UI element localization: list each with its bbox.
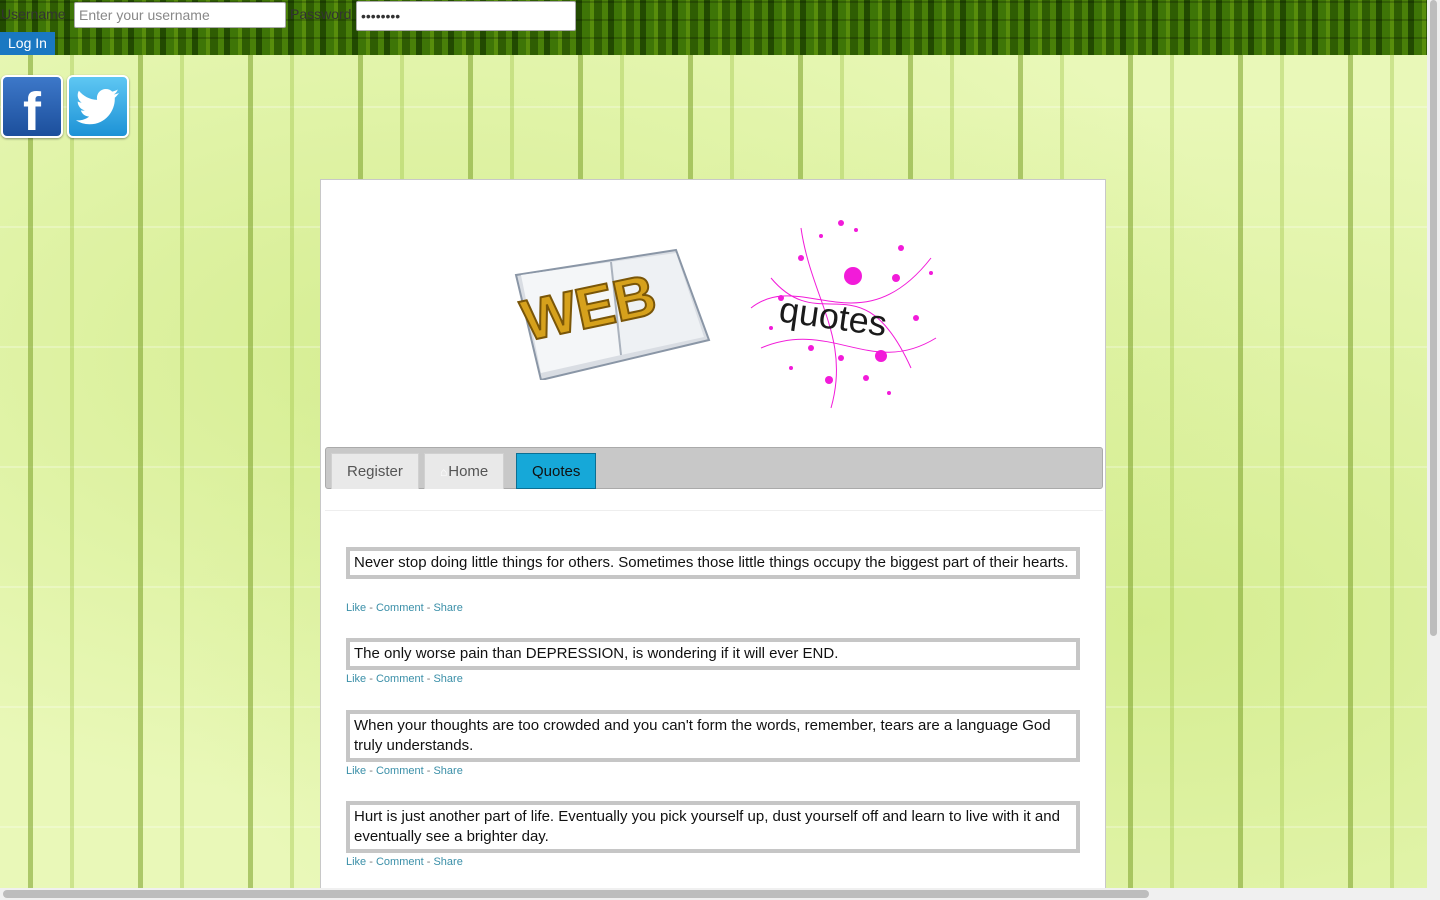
home-icon: ⌂ — [440, 465, 448, 479]
comment-link[interactable]: Comment — [376, 673, 424, 685]
quote-text: When your thoughts are too crowded and y… — [354, 717, 1051, 754]
quote-text: Never stop doing little things for other… — [354, 554, 1069, 571]
twitter-button[interactable] — [67, 75, 129, 138]
like-link[interactable]: Like — [346, 765, 366, 777]
comment-link[interactable]: Comment — [376, 856, 424, 868]
quote-actions: Like - Comment - Share — [346, 856, 463, 868]
quote-actions: Like - Comment - Share — [346, 673, 463, 685]
quotes-splash-logo: quotes — [750, 220, 937, 409]
share-link[interactable]: Share — [433, 856, 462, 868]
share-link[interactable]: Share — [433, 602, 462, 614]
quote-actions: Like - Comment - Share — [346, 765, 463, 777]
quote-box: Never stop doing little things for other… — [346, 547, 1080, 579]
tab-home-label: Home — [448, 463, 489, 480]
vertical-scrollbar-thumb[interactable] — [1430, 0, 1437, 636]
username-label: Username — [1, 6, 66, 22]
main-card: WEB quotes Register ⌂Home Quotes Never s… — [320, 179, 1106, 894]
password-input[interactable] — [356, 1, 576, 31]
tab-home[interactable]: ⌂Home — [424, 453, 505, 489]
quote-box: The only worse pain than DEPRESSION, is … — [346, 638, 1080, 670]
tab-register-label: Register — [347, 463, 403, 480]
twitter-icon — [75, 88, 119, 124]
quote-actions: Like - Comment - Share — [346, 602, 463, 614]
login-button[interactable]: Log In — [0, 32, 55, 55]
share-link[interactable]: Share — [433, 765, 462, 777]
vertical-scrollbar[interactable] — [1427, 0, 1440, 888]
quote-text: The only worse pain than DEPRESSION, is … — [354, 645, 839, 662]
like-link[interactable]: Like — [346, 602, 366, 614]
tab-quotes[interactable]: Quotes — [516, 453, 597, 489]
share-link[interactable]: Share — [433, 673, 462, 685]
quote-box: When your thoughts are too crowded and y… — [346, 710, 1080, 762]
tab-quotes-label: Quotes — [532, 463, 581, 480]
quote-box: Hurt is just another part of life. Event… — [346, 801, 1080, 853]
web-book-logo: WEB — [515, 248, 711, 380]
username-input[interactable] — [74, 2, 286, 28]
comment-link[interactable]: Comment — [376, 765, 424, 777]
facebook-icon: f — [23, 81, 41, 142]
horizontal-scrollbar-thumb[interactable] — [3, 890, 1149, 898]
divider — [325, 510, 1103, 511]
facebook-button[interactable]: f — [1, 75, 63, 142]
like-link[interactable]: Like — [346, 673, 366, 685]
like-link[interactable]: Like — [346, 856, 366, 868]
password-label: Password — [290, 6, 352, 22]
nav-bar: Register ⌂Home Quotes — [325, 447, 1103, 489]
comment-link[interactable]: Comment — [376, 602, 424, 614]
quotes-logo-text: quotes — [777, 289, 890, 345]
tab-register[interactable]: Register — [331, 453, 419, 489]
quote-text: Hurt is just another part of life. Event… — [354, 808, 1060, 845]
horizontal-scrollbar[interactable] — [0, 888, 1440, 900]
